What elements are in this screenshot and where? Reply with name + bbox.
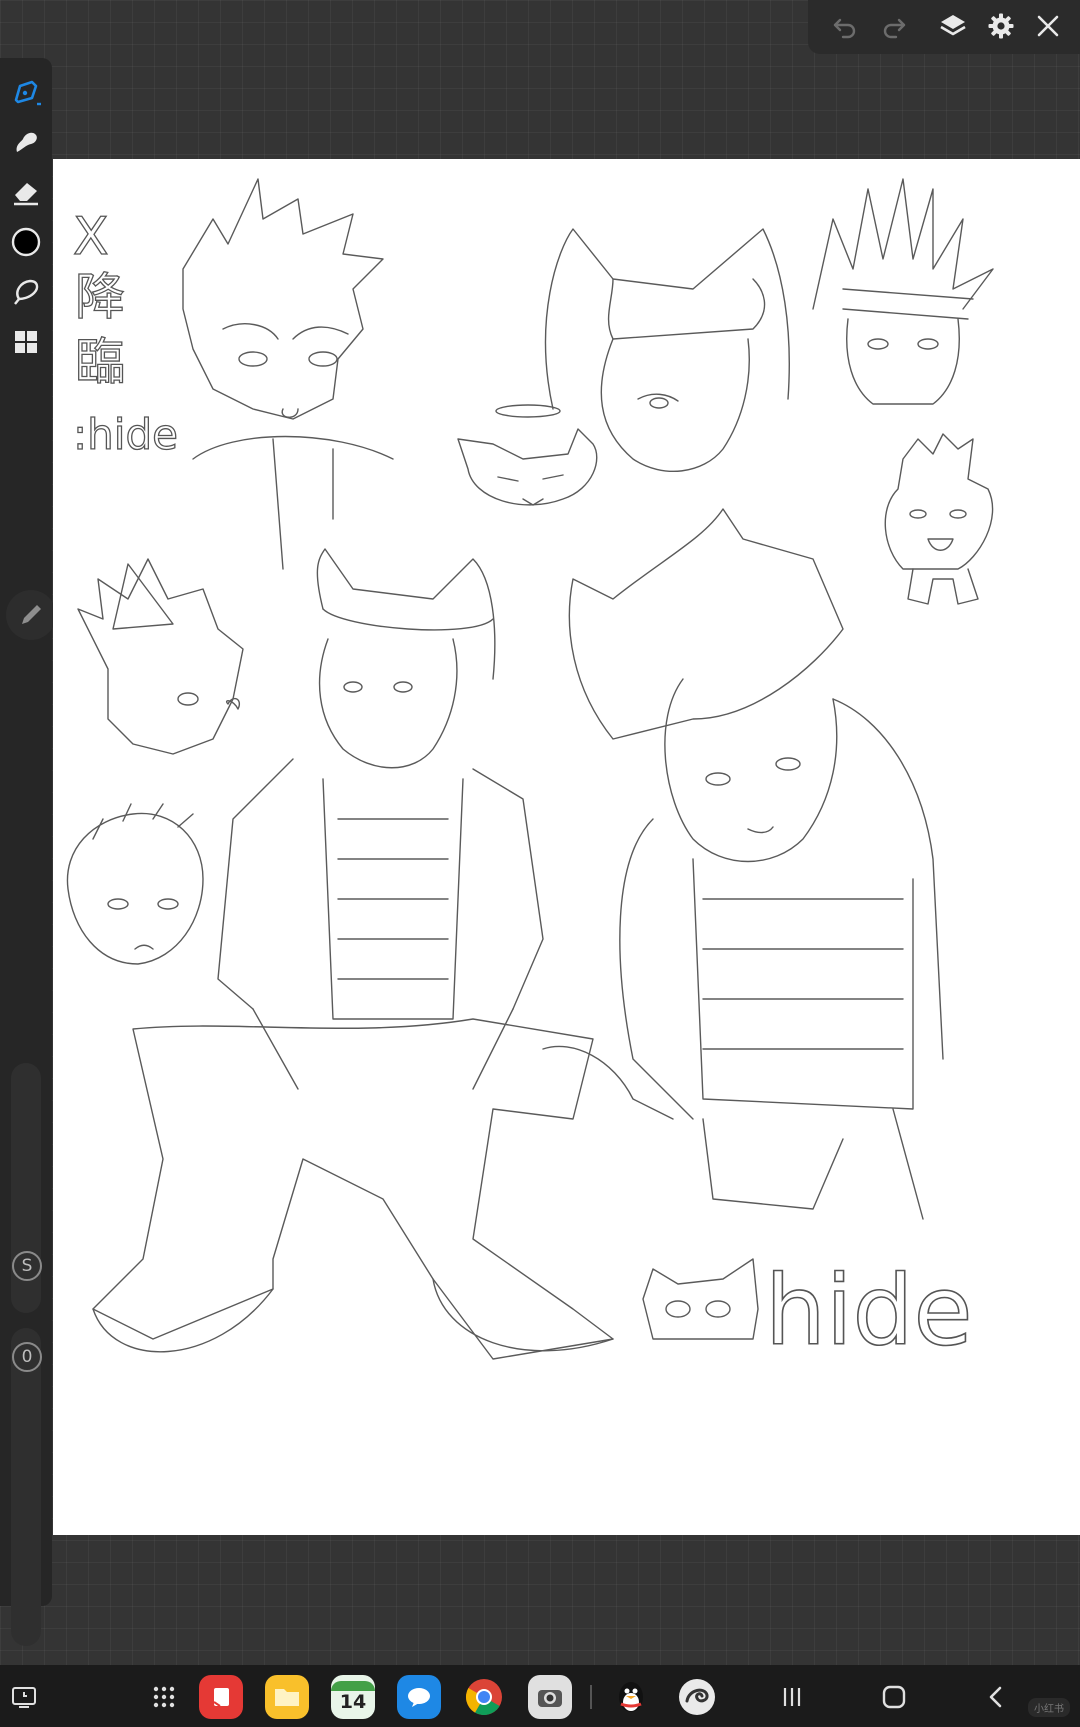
chrome-icon — [465, 1679, 502, 1716]
sketch-face-3 — [846, 318, 960, 405]
redo-icon[interactable] — [872, 4, 916, 48]
close-icon[interactable] — [1026, 4, 1070, 48]
smudge-icon — [16, 132, 37, 152]
camera-app[interactable] — [528, 1675, 572, 1719]
sketch-legs — [92, 1018, 614, 1360]
taskbar-divider — [590, 1685, 592, 1709]
sketch-round-head — [66, 812, 204, 965]
calendar-app[interactable]: 14 — [331, 1675, 375, 1719]
sketch-party-head — [77, 558, 244, 755]
color-picker[interactable] — [4, 220, 48, 264]
folder-icon — [275, 1689, 299, 1706]
sketch-face-5 — [664, 678, 838, 863]
sketch-stripes-1 — [337, 818, 449, 980]
sketch-signature-cat — [642, 1258, 759, 1340]
sketch-face-2 — [600, 338, 750, 472]
text-x: X — [73, 207, 109, 267]
smudge-tool[interactable] — [4, 120, 48, 164]
calendar-date: 14 — [339, 1691, 367, 1713]
sketch-head-1 — [182, 178, 384, 420]
drawing-canvas[interactable]: X 降 臨 :hide hide — [53, 159, 1080, 1535]
sketch-chibi — [884, 433, 994, 570]
recents-icon — [783, 1688, 801, 1706]
sketch-artwork: X 降 臨 :hide hide — [66, 178, 994, 1368]
tool-sidebar: S 0 — [0, 58, 52, 1646]
swirl-logo-icon — [679, 1679, 715, 1715]
layers-icon[interactable] — [931, 4, 975, 48]
sketch-jacket — [217, 758, 544, 1010]
text-kanji-1: 降 — [75, 268, 125, 326]
clock-screen-icon — [12, 1687, 36, 1708]
files-app[interactable] — [265, 1675, 309, 1719]
undo-icon[interactable] — [823, 4, 867, 48]
home-icon — [882, 1685, 906, 1709]
lasso-icon — [14, 279, 39, 305]
system-taskbar: 14 小红书 — [0, 1665, 1080, 1727]
grid-icon — [15, 331, 37, 353]
top-toolbar — [808, 0, 1080, 54]
notes-app[interactable] — [199, 1675, 243, 1719]
text-hide-small: :hide — [73, 410, 178, 459]
chat-bubble-icon — [408, 1688, 430, 1707]
eraser-tool[interactable] — [4, 170, 48, 214]
sketch-hair-hood — [619, 698, 944, 1120]
sketch-hoodie-1 — [192, 435, 394, 570]
pencil-icon — [22, 605, 41, 624]
notes-icon — [213, 1688, 229, 1707]
recents-button[interactable] — [770, 1675, 814, 1719]
watermark: 小红书 — [1028, 1698, 1070, 1717]
sketch-face-4 — [318, 638, 458, 769]
sketch-stripes-2 — [702, 898, 904, 1050]
sketch-cat-doodle — [457, 428, 598, 506]
camera-icon — [538, 1690, 562, 1707]
back-chevron-icon — [989, 1686, 1002, 1708]
brush-opacity-slider[interactable] — [11, 1328, 41, 1646]
sketch-cat-hat-3 — [568, 508, 844, 740]
pen-nib-icon — [14, 80, 41, 106]
quick-pen-button[interactable] — [6, 590, 56, 640]
messages-app[interactable] — [397, 1675, 441, 1719]
size-label: S — [12, 1251, 42, 1281]
eraser-icon — [14, 183, 38, 206]
sketch-spiky-hair — [812, 178, 994, 310]
selection-tool[interactable] — [4, 270, 48, 314]
home-button[interactable] — [872, 1675, 916, 1719]
apps-grid-icon — [153, 1686, 175, 1708]
calendar-header — [331, 1681, 375, 1691]
penguin-icon — [619, 1682, 643, 1712]
qq-app[interactable] — [609, 1675, 653, 1719]
color-circle-icon — [11, 227, 41, 257]
recent-timer-button[interactable] — [2, 1675, 46, 1719]
text-hide-large: hide — [765, 1255, 973, 1367]
gallery[interactable] — [4, 320, 48, 364]
chrome-app[interactable] — [462, 1675, 506, 1719]
sketch-cat-hat-2 — [316, 548, 496, 680]
sketch-party-hat — [112, 563, 174, 630]
text-kanji-2: 臨 — [75, 333, 125, 391]
opacity-label: 0 — [12, 1342, 42, 1372]
gear-icon[interactable] — [979, 4, 1023, 48]
drawing-app[interactable] — [675, 1675, 719, 1719]
sketch-cat-hat-1 — [544, 228, 790, 410]
sketch-tail-knees — [542, 1045, 924, 1220]
app-drawer-button[interactable] — [142, 1675, 186, 1719]
back-button[interactable] — [974, 1675, 1018, 1719]
sketch-eyes-1 — [222, 323, 349, 340]
brush-tool[interactable] — [4, 70, 48, 114]
